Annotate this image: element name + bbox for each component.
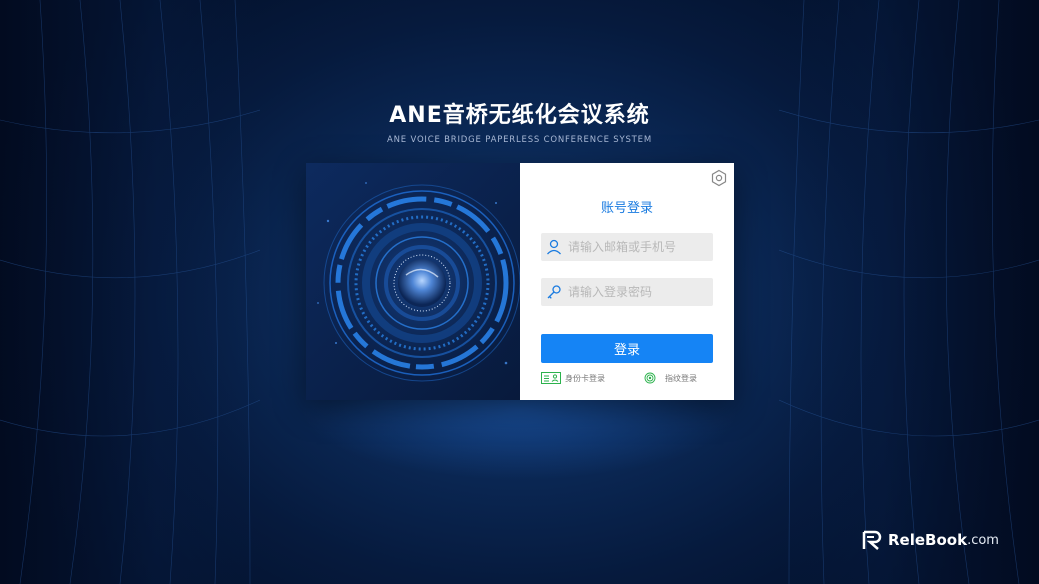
right-curtain-decoration: [779, 0, 1039, 584]
login-heading: 账号登录: [600, 201, 653, 216]
watermark-logo: ReleBook .com: [862, 530, 999, 550]
fingerprint-login-link[interactable]: 指纹登录: [641, 372, 697, 384]
user-icon: [545, 238, 563, 256]
app-title: ANE音桥无纸化会议系统: [389, 103, 650, 128]
login-card: 账号登录 登录: [306, 163, 734, 400]
fingerprint-icon: [641, 372, 661, 384]
watermark-suffix: .com: [967, 532, 999, 548]
lens-illustration: [306, 163, 520, 400]
username-field[interactable]: [541, 233, 713, 261]
fingerprint-login-label: 指纹登录: [665, 373, 697, 383]
curtain-lines: [779, 0, 1039, 584]
id-card-login-link[interactable]: 身份卡登录: [541, 372, 605, 384]
hexagon-settings-icon[interactable]: [710, 169, 728, 187]
id-card-icon: [541, 372, 561, 384]
left-curtain-decoration: [0, 0, 260, 584]
lens-graphic: [312, 173, 520, 393]
relebook-logo-icon: [862, 530, 882, 550]
login-button[interactable]: 登录: [541, 334, 713, 363]
app-subtitle: ANE VOICE BRIDGE PAPERLESS CONFERENCE SY…: [387, 135, 652, 145]
login-panel: 账号登录 登录: [520, 163, 734, 400]
watermark-name: ReleBook: [888, 531, 968, 549]
key-icon: [545, 283, 563, 301]
curtain-lines: [0, 0, 260, 584]
id-card-login-label: 身份卡登录: [565, 373, 605, 383]
username-input[interactable]: [568, 240, 708, 254]
password-field[interactable]: [541, 278, 713, 306]
password-input[interactable]: [568, 285, 708, 299]
